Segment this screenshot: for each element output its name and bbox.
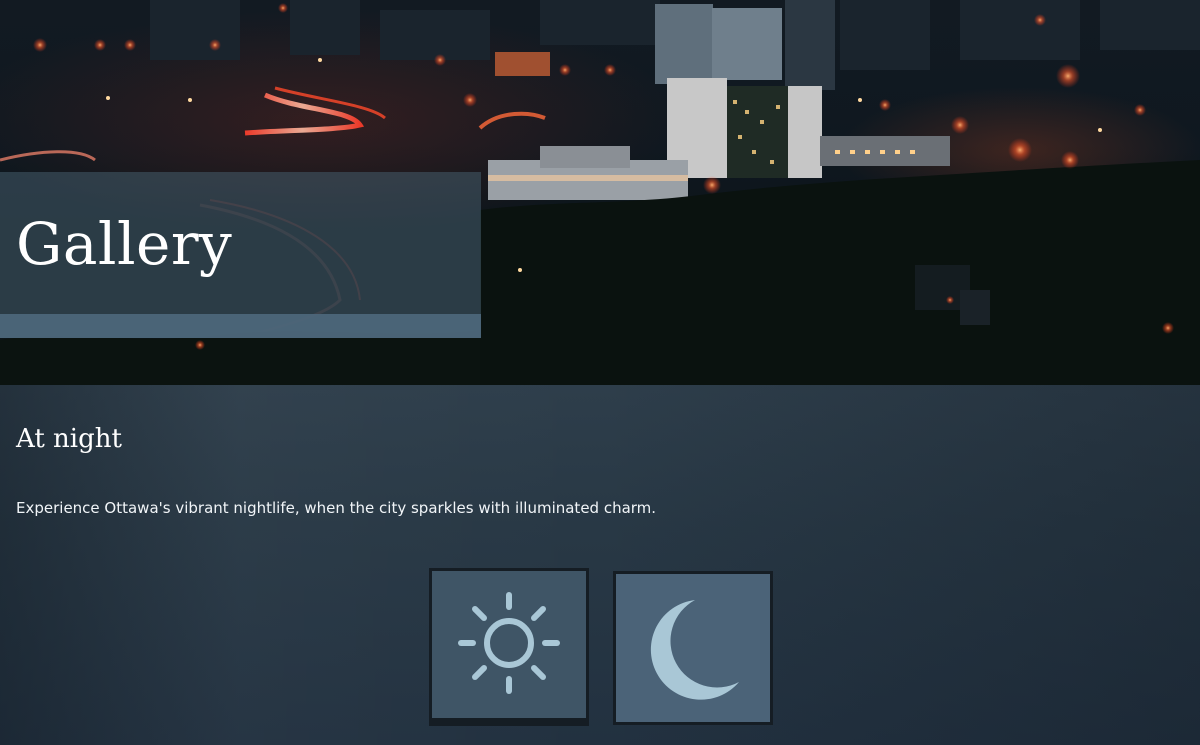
page-title: Gallery: [16, 210, 233, 278]
day-mode-button[interactable]: [429, 568, 589, 726]
night-mode-button[interactable]: [613, 571, 773, 725]
section-description: Experience Ottawa's vibrant nightlife, w…: [16, 499, 657, 517]
title-panel-accent-strip: [0, 314, 481, 338]
content-section: At night Experience Ottawa's vibrant nig…: [0, 385, 1200, 745]
gallery-page: Gallery At night Experience Ottawa's vib…: [0, 0, 1200, 745]
day-night-toggle: [429, 568, 774, 728]
sun-icon: [458, 591, 560, 694]
section-heading: At night: [16, 424, 122, 454]
hero-banner: Gallery: [0, 0, 1200, 385]
moon-icon: [650, 600, 739, 700]
